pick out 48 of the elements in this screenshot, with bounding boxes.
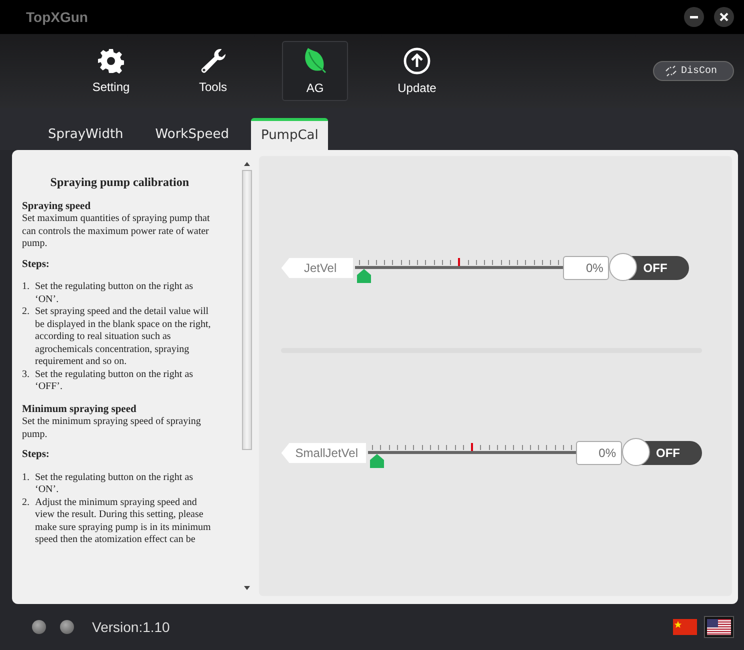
nav-button[interactable]: Update bbox=[384, 41, 450, 101]
step-number: 2. bbox=[22, 306, 30, 319]
nav-button[interactable]: Setting bbox=[78, 41, 144, 101]
language-button[interactable] bbox=[670, 616, 700, 638]
step-number: 1. bbox=[22, 472, 30, 484]
scroll-up-icon bbox=[244, 162, 250, 166]
usa-flag-icon bbox=[707, 619, 731, 635]
channel-label: JetVel bbox=[281, 258, 354, 278]
tab[interactable]: SprayWidth bbox=[38, 118, 134, 150]
disconnect-button[interactable]: DisCon bbox=[652, 61, 734, 81]
app-logo: TopXGun bbox=[26, 9, 88, 25]
step-text: Set the regulating button on the right as ‘ON’. bbox=[35, 281, 194, 306]
minimize-button[interactable] bbox=[684, 7, 704, 27]
tab[interactable]: WorkSpeed bbox=[145, 118, 239, 150]
gear-icon bbox=[98, 48, 124, 74]
step-number: 2. bbox=[22, 496, 30, 510]
language-button[interactable] bbox=[704, 616, 734, 638]
step-text: Set spraying speed and the detail value will be displayed in the blank space on the right, according to real situation such as agrochemicals concentration, spraying requirement and so on. bbox=[35, 306, 212, 368]
version-text: Version:1.10 bbox=[92, 619, 170, 635]
steps-heading: Steps: bbox=[22, 449, 50, 462]
scroll-thumb[interactable] bbox=[242, 170, 252, 450]
toggle-switch[interactable]: OFF bbox=[624, 441, 702, 465]
value-field: 0% bbox=[576, 441, 622, 465]
section-text: Set the minimum spraying speed of spraying pump. bbox=[22, 416, 202, 441]
unlink-icon bbox=[664, 65, 678, 77]
step-number: 3. bbox=[22, 368, 30, 382]
nav-button[interactable]: AG bbox=[282, 41, 348, 101]
steps-heading: Steps: bbox=[22, 258, 50, 271]
tab[interactable]: PumpCal bbox=[250, 118, 328, 150]
wrench-icon bbox=[199, 48, 227, 74]
value-field: 0% bbox=[563, 256, 610, 280]
step-number: 1. bbox=[22, 281, 30, 294]
close-icon bbox=[719, 12, 729, 22]
step-text: Adjust the minimum spraying speed and view the result. During this setting, please make sure spraying pump is in its minimum speed then the atomization effect can be bbox=[35, 496, 212, 546]
section-heading: Minimum spraying speed bbox=[22, 404, 138, 416]
step-text: Set the regulating button on the right as ‘OFF’. bbox=[35, 368, 194, 394]
close-button[interactable] bbox=[714, 7, 734, 27]
section-text: Set maximum quantities of spraying pump that can controls the maximum power rate of water pump. bbox=[22, 213, 211, 250]
step-text: Set the regulating button on the right as ‘ON’. bbox=[35, 472, 194, 496]
nav-button[interactable]: Tools bbox=[180, 41, 246, 101]
upload-icon bbox=[403, 47, 431, 75]
toggle-switch[interactable]: OFF bbox=[611, 256, 690, 280]
leaf-icon bbox=[303, 47, 327, 75]
section-heading: Spraying speed bbox=[22, 200, 92, 213]
help-title: Spraying pump calibration bbox=[49, 176, 190, 188]
scroll-down-icon bbox=[244, 586, 250, 590]
china-flag-icon bbox=[673, 619, 697, 635]
channel-label: SmallJetVel bbox=[281, 443, 366, 463]
